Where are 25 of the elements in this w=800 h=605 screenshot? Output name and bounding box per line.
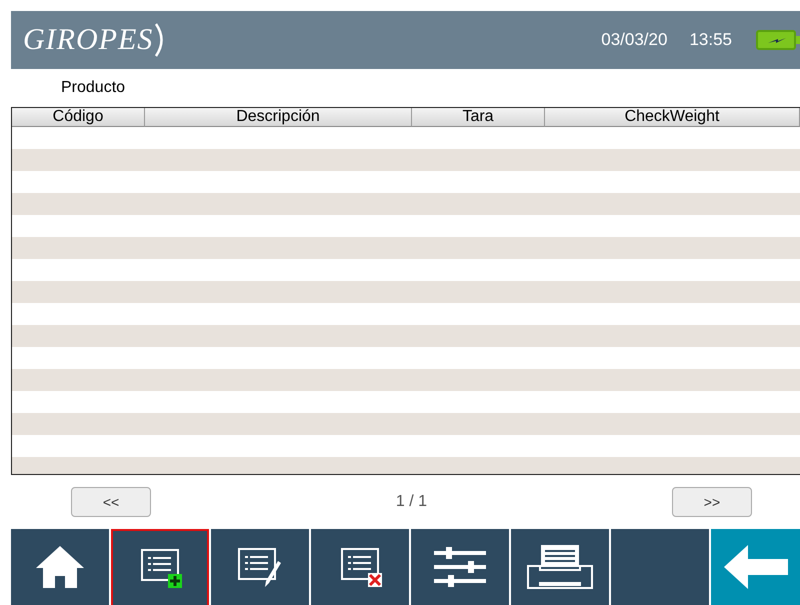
- logo: GIROPES: [23, 23, 166, 57]
- toolbar-button[interactable]: [211, 529, 309, 605]
- toolbar-button[interactable]: [511, 529, 609, 605]
- time-text: 13:55: [689, 30, 732, 50]
- column-header[interactable]: CheckWeight: [545, 108, 800, 127]
- battery-icon: [756, 29, 800, 51]
- page-indicator: 1 / 1: [396, 493, 428, 511]
- printer-icon: [527, 544, 593, 590]
- logo-arc-icon: [155, 23, 166, 57]
- screen-title: Producto: [61, 79, 126, 98]
- column-header[interactable]: Tara: [412, 108, 545, 127]
- column-header[interactable]: Descripción: [145, 108, 412, 127]
- next-page-button[interactable]: >>: [672, 487, 752, 517]
- toolbar-button[interactable]: [111, 529, 209, 605]
- add-list-icon: [138, 546, 182, 590]
- toolbar-button[interactable]: [311, 529, 409, 605]
- back-arrow-icon: [724, 544, 788, 590]
- column-header[interactable]: Código: [12, 108, 145, 127]
- sliders-icon: [434, 547, 486, 587]
- toolbar-button[interactable]: [411, 529, 509, 605]
- home-icon: [35, 544, 85, 590]
- toolbar-button[interactable]: [11, 529, 109, 605]
- date-text: 03/03/20: [601, 30, 668, 50]
- previous-page-button[interactable]: <<: [71, 487, 151, 517]
- delete-list-icon: [338, 545, 382, 589]
